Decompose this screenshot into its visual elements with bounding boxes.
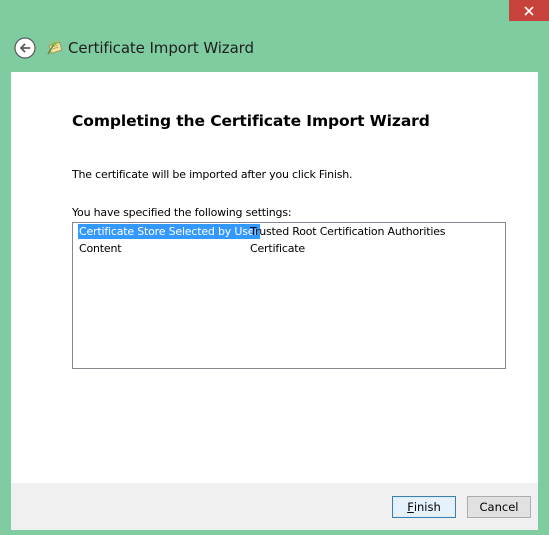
back-button[interactable]	[14, 37, 36, 59]
description-text: The certificate will be imported after y…	[72, 168, 353, 181]
settings-row[interactable]: Certificate Store Selected by User Trust…	[73, 223, 505, 240]
certificate-wizard-icon	[47, 39, 63, 55]
settings-value: Trusted Root Certification Authorities	[250, 225, 446, 238]
window-title: Certificate Import Wizard	[68, 39, 254, 57]
back-arrow-icon	[14, 37, 36, 59]
settings-row[interactable]: Content Certificate	[73, 240, 505, 257]
finish-button[interactable]: Finish	[392, 496, 456, 518]
settings-value: Certificate	[250, 242, 305, 255]
wizard-footer: Finish Cancel	[11, 483, 538, 530]
page-title: Completing the Certificate Import Wizard	[72, 112, 430, 130]
cancel-button[interactable]: Cancel	[467, 496, 531, 518]
settings-list[interactable]: Certificate Store Selected by User Trust…	[72, 222, 506, 369]
wizard-content: Completing the Certificate Import Wizard…	[11, 72, 538, 483]
close-button[interactable]	[509, 0, 549, 21]
settings-key: Content	[79, 242, 122, 255]
settings-label: You have specified the following setting…	[72, 206, 292, 219]
finish-label: inish	[413, 500, 441, 514]
wizard-window: Certificate Import Wizard Completing the…	[0, 0, 549, 535]
finish-accelerator: F	[407, 500, 414, 514]
close-icon	[524, 5, 534, 16]
settings-key: Certificate Store Selected by User	[78, 224, 260, 239]
wizard-header: Certificate Import Wizard	[0, 22, 549, 72]
